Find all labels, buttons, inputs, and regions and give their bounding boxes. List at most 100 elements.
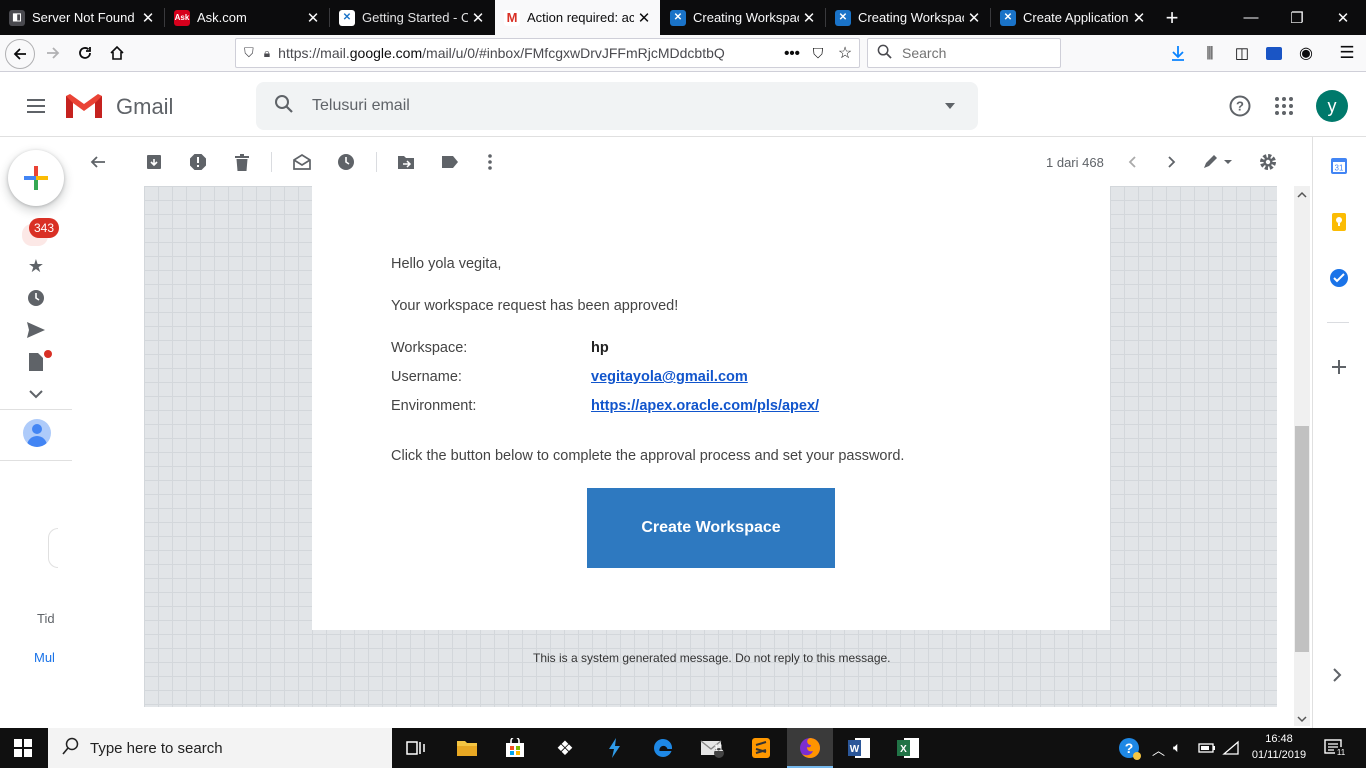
minimize-window-icon[interactable]: — <box>1228 0 1274 35</box>
file-explorer-icon[interactable] <box>452 733 482 763</box>
tab-ask[interactable]: Ask Ask.com ✕ <box>165 0 329 35</box>
apps-grid-icon[interactable] <box>1273 95 1295 117</box>
url-text[interactable]: https://mail.google.com/mail/u/0/#inbox/… <box>278 45 758 61</box>
main-menu-icon[interactable] <box>24 94 48 118</box>
word-icon[interactable]: W <box>844 733 874 763</box>
gmail-logo-icon[interactable] <box>64 92 104 120</box>
tab-getting-started[interactable]: ✕ Getting Started - Or ✕ <box>330 0 494 35</box>
new-tab-plus-icon[interactable]: + <box>1156 0 1188 35</box>
tab-creating-workspace-1[interactable]: ✕ Creating Workspace ✕ <box>661 0 825 35</box>
tasks-check-icon[interactable] <box>1329 268 1349 288</box>
sidebar-icon[interactable]: ◫ <box>1227 39 1257 67</box>
dropbox-icon[interactable]: ❖ <box>550 733 580 763</box>
volume-icon[interactable]: 🔈︎ <box>1173 739 1181 756</box>
delete-trash-icon[interactable] <box>228 148 256 176</box>
pocket-icon[interactable]: ⛉ <box>805 45 831 62</box>
store-bag-icon[interactable] <box>500 733 530 763</box>
hangouts-avatar-icon[interactable] <box>23 419 51 447</box>
close-window-icon[interactable]: ✕ <box>1320 0 1366 35</box>
close-tab-icon[interactable]: ✕ <box>1129 9 1149 27</box>
battery-icon[interactable] <box>1198 741 1216 753</box>
svg-text:X: X <box>900 744 907 755</box>
library-icon[interactable]: ⫼ <box>1195 39 1225 67</box>
close-tab-icon[interactable]: ✕ <box>468 9 488 27</box>
bookmark-star-icon[interactable]: ☆ <box>831 43 859 63</box>
create-workspace-button[interactable]: Create Workspace <box>587 488 835 568</box>
account-avatar[interactable]: y <box>1316 90 1348 122</box>
sent-send-icon[interactable] <box>22 318 50 342</box>
scrollbar-thumb[interactable] <box>1295 426 1309 652</box>
close-tab-icon[interactable]: ✕ <box>138 9 158 27</box>
close-tab-icon[interactable]: ✕ <box>799 9 819 27</box>
move-to-folder-icon[interactable] <box>392 148 420 176</box>
environment-url-link[interactable]: https://apex.oracle.com/pls/apex/ <box>591 398 819 414</box>
url-bar[interactable]: ⛉ 🔒︎ https://mail.google.com/mail/u/0/#i… <box>235 38 860 68</box>
scroll-down-arrow-icon[interactable] <box>1296 712 1308 726</box>
scroll-up-arrow-icon[interactable] <box>1296 188 1308 202</box>
older-chevron-right-icon[interactable] <box>1158 148 1186 176</box>
gmail-logo-text[interactable]: Gmail <box>116 94 173 120</box>
extension-icon[interactable] <box>1259 39 1289 67</box>
keep-bulb-icon[interactable] <box>1331 212 1347 232</box>
rail-cut-link[interactable]: Mul <box>34 650 55 665</box>
tracking-shield-icon[interactable]: ⛉ <box>244 45 254 61</box>
back-to-inbox-arrow-icon[interactable] <box>84 148 112 176</box>
close-tab-icon[interactable]: ✕ <box>303 9 323 27</box>
downloads-icon[interactable] <box>1163 39 1193 67</box>
expand-panel-chevron-right-icon[interactable] <box>1332 668 1344 684</box>
network-wifi-icon[interactable] <box>1222 740 1240 756</box>
excel-icon[interactable]: X <box>893 733 923 763</box>
show-hidden-icons-chevron-up-icon[interactable]: ︿ <box>1152 740 1165 759</box>
inbox-nav-item[interactable]: 343 <box>0 218 60 248</box>
browser-search-input[interactable]: Search <box>867 38 1061 68</box>
search-icon[interactable] <box>274 94 294 119</box>
search-options-caret-icon[interactable] <box>944 97 956 115</box>
username-email-link[interactable]: vegitayola@gmail.com <box>591 369 748 385</box>
clock-widget[interactable]: 16:48 01/11/2019 <box>1250 731 1308 763</box>
snoozed-clock-icon[interactable] <box>22 286 50 310</box>
forward-arrow-icon[interactable] <box>38 39 68 67</box>
page-actions-icon[interactable]: ••• <box>779 45 805 62</box>
windows-start-icon[interactable] <box>14 739 32 757</box>
report-spam-icon[interactable] <box>184 148 212 176</box>
power-automate-icon[interactable] <box>599 733 629 763</box>
back-arrow-icon[interactable] <box>5 39 35 69</box>
newer-chevron-left-icon[interactable] <box>1118 148 1146 176</box>
starred-star-icon[interactable]: ★ <box>22 254 50 278</box>
sublime-text-icon[interactable] <box>746 733 776 763</box>
edge-browser-icon[interactable] <box>648 733 678 763</box>
tab-create-application[interactable]: ✕ Create Application ✕ <box>991 0 1155 35</box>
label-tag-icon[interactable] <box>436 148 464 176</box>
task-view-icon[interactable] <box>401 733 431 763</box>
taskbar-search-input[interactable]: Type here to search <box>48 728 392 768</box>
mark-unread-envelope-icon[interactable] <box>288 148 316 176</box>
settings-gear-icon[interactable] <box>1254 148 1282 176</box>
mail-app-icon[interactable]: 11 <box>697 733 727 763</box>
lock-icon[interactable]: 🔒︎ <box>264 46 270 61</box>
tab-creating-workspace-2[interactable]: ✕ Creating Workspace ✕ <box>826 0 990 35</box>
archive-icon[interactable] <box>140 148 168 176</box>
input-tools-pencil-icon[interactable] <box>1198 148 1236 176</box>
restore-window-icon[interactable]: ❐ <box>1274 0 1320 35</box>
mail-app-badge: 11 <box>714 743 724 753</box>
calendar-icon[interactable]: 31 <box>1330 157 1348 175</box>
home-icon[interactable] <box>102 39 132 67</box>
more-chevron-down-icon[interactable] <box>22 382 50 406</box>
help-icon[interactable]: ? <box>1228 94 1252 118</box>
snooze-clock-icon[interactable] <box>332 148 360 176</box>
close-tab-icon[interactable]: ✕ <box>634 9 654 27</box>
compose-button[interactable] <box>8 150 64 206</box>
firefox-icon[interactable] <box>795 733 825 763</box>
hamburger-menu-icon[interactable]: ☰ <box>1332 39 1362 67</box>
account-icon[interactable]: ◉ <box>1291 39 1321 67</box>
drafts-file-icon[interactable] <box>22 350 52 374</box>
more-vertical-icon[interactable] <box>476 148 504 176</box>
get-addons-plus-icon[interactable] <box>1330 358 1348 376</box>
help-tray-icon[interactable]: ? <box>1118 737 1142 761</box>
tab-action-required[interactable]: M Action required: acc ✕ <box>495 0 660 35</box>
reload-icon[interactable] <box>70 39 100 67</box>
mail-search-input[interactable]: Telusuri email <box>256 82 978 130</box>
close-tab-icon[interactable]: ✕ <box>964 9 984 27</box>
action-center-notification-icon[interactable]: 11 <box>1324 739 1347 759</box>
tab-server-not-found[interactable]: ◧ Server Not Found ✕ <box>0 0 164 35</box>
